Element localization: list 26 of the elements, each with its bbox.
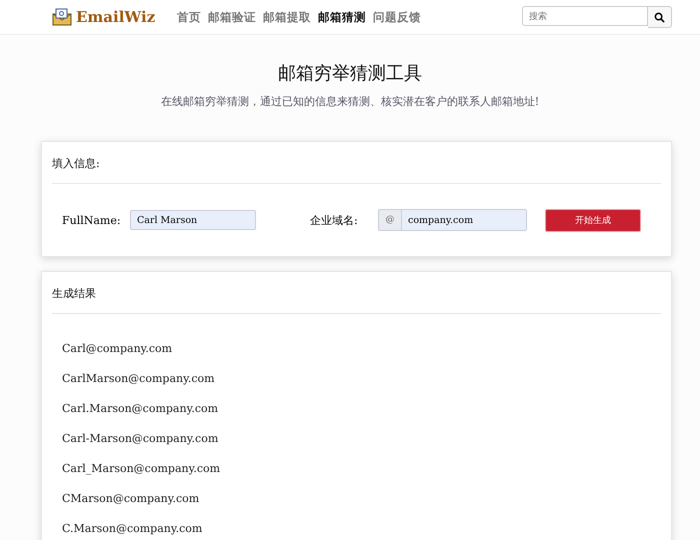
card-heading: 填入信息: [52,142,661,184]
nav-link[interactable]: 邮箱验证 [208,10,256,24]
domain-field[interactable]: @ company.com [378,209,527,231]
email-result: C.Marson@company.com [61,522,204,536]
generate-button[interactable]: 开始生成 [545,208,641,232]
nav-link[interactable]: 邮箱猜测 [318,10,366,24]
email-result: Carl.Marson@company.com [61,402,220,416]
field-label: 企业域名: [310,212,359,228]
page-title: 邮箱穷举猜测工具 [277,62,423,85]
search-field[interactable]: 搜索 [522,6,648,26]
field-label: FullName: [62,214,122,226]
email-result: Carl@company.com [61,342,174,356]
card-heading: 生成结果 [52,272,661,314]
nav-link[interactable]: 问题反馈 [373,10,422,24]
email-result: CarlMarson@company.com [61,372,216,386]
email-result: Carl-Marson@company.com [61,432,220,446]
email-result: CMarson@company.com [61,492,200,506]
search-icon [654,12,665,22]
fullname-field[interactable]: Carl Marson [130,210,256,230]
page-subtitle: 在线邮箱穷举猜测，通过已知的信息来猜测、核实潜在客户的联系人邮箱地址! [160,94,540,109]
nav-link[interactable]: 首页 [177,10,202,24]
logo-text[interactable]: EmailWiz [76,8,156,26]
search-button[interactable] [648,6,672,28]
nav-link[interactable]: 邮箱提取 [263,10,312,24]
email-result: Carl_Marson@company.com [61,462,222,476]
envelope-icon [52,8,72,26]
